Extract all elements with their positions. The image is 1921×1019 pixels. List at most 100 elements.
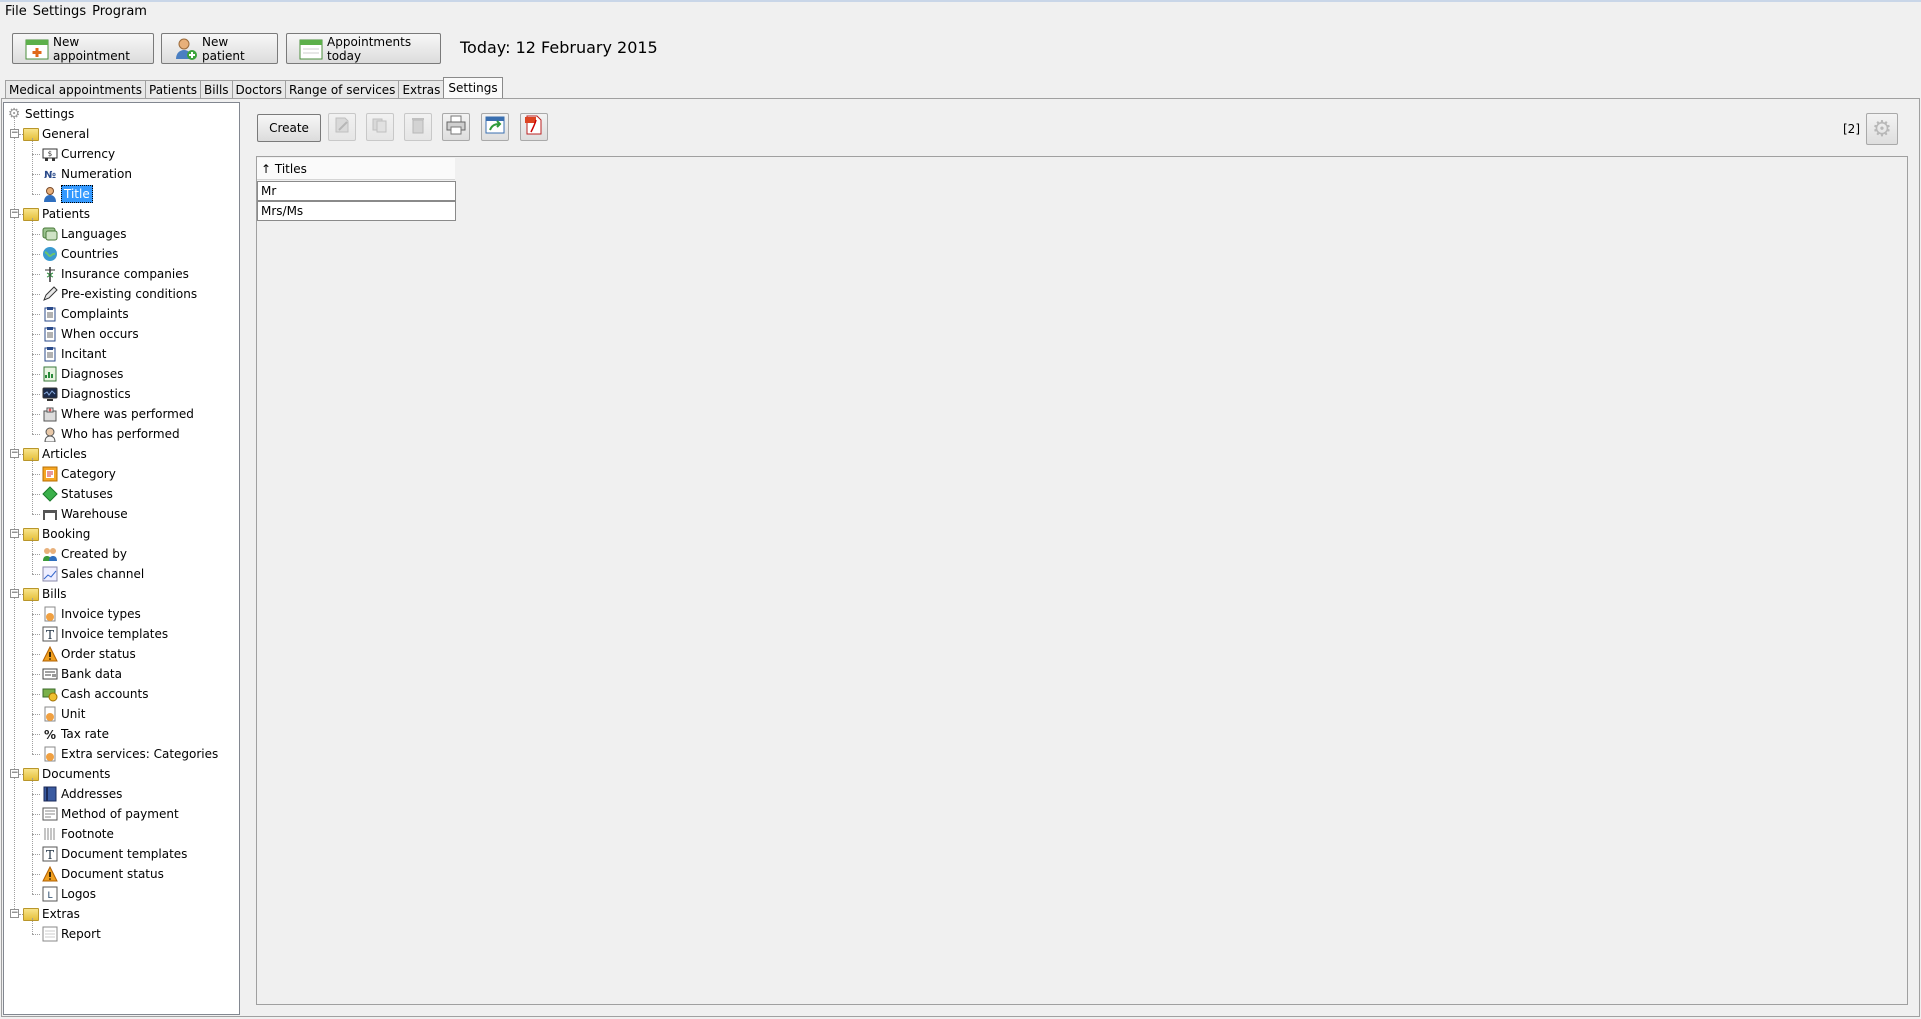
tree-item-label: Insurance companies <box>61 267 189 281</box>
tree-item-tax-rate[interactable]: % Tax rate <box>42 724 109 744</box>
tree-item-diagnostics[interactable]: Diagnostics <box>42 384 131 404</box>
tree-root-settings[interactable]: ⚙ Settings <box>6 104 75 124</box>
tree-connector <box>32 538 33 574</box>
table-row[interactable]: Mrs/Ms <box>257 201 456 221</box>
edit-button[interactable] <box>328 113 356 141</box>
expand-collapse-toggle[interactable]: − <box>10 589 19 598</box>
tree-item-warehouse[interactable]: Warehouse <box>42 504 128 524</box>
pdf-icon <box>523 114 545 140</box>
expand-collapse-toggle[interactable]: − <box>10 209 19 218</box>
column-header-titles[interactable]: ↑ Titles <box>257 158 455 180</box>
tree-item-extra-services-categories[interactable]: Extra services: Categories <box>42 744 218 764</box>
tree-item-languages[interactable]: Languages <box>42 224 126 244</box>
tree-item-footnote[interactable]: Footnote <box>42 824 114 844</box>
tree-item-pre-existing-conditions[interactable]: Pre-existing conditions <box>42 284 197 304</box>
tree-item-label: Logos <box>61 887 97 901</box>
tree-item-sales-channel[interactable]: Sales channel <box>42 564 144 584</box>
tree-connector <box>32 574 40 575</box>
tree-item-countries[interactable]: Countries <box>42 244 119 264</box>
tree-item-when-occurs[interactable]: When occurs <box>42 324 139 344</box>
menu-program[interactable]: Program <box>89 2 150 21</box>
tree-connector <box>32 374 40 375</box>
tree-item-where-was-performed[interactable]: Where was performed <box>42 404 194 424</box>
tree-item-complaints[interactable]: Complaints <box>42 304 129 324</box>
tree-connector <box>32 334 40 335</box>
tab-medical-appointments[interactable]: Medical appointments <box>5 80 146 98</box>
settings-button[interactable]: ⚙ <box>1866 113 1898 145</box>
tree-group-booking[interactable]: Booking <box>23 524 90 544</box>
template-icon: T <box>42 846 58 862</box>
create-button[interactable]: Create <box>257 114 321 142</box>
calendar-icon <box>299 37 323 61</box>
tree-item-incitant[interactable]: Incitant <box>42 344 106 364</box>
tree-item-who-has-performed[interactable]: Who has performed <box>42 424 180 444</box>
delete-button[interactable] <box>404 113 432 141</box>
menu-file[interactable]: File <box>0 2 30 21</box>
expand-collapse-toggle[interactable]: − <box>10 449 19 458</box>
tree-connector <box>32 234 40 235</box>
tree-item-label: Method of payment <box>61 807 179 821</box>
tree-item-statuses[interactable]: Statuses <box>42 484 113 504</box>
tree-item-insurance-companies[interactable]: Insurance companies <box>42 264 189 284</box>
tree-item-method-of-payment[interactable]: Method of payment <box>42 804 179 824</box>
expand-collapse-toggle[interactable]: − <box>10 129 19 138</box>
tree-group-documents[interactable]: Documents <box>23 764 110 784</box>
appointments-today-button[interactable]: Appointments today <box>286 33 441 64</box>
tree-item-diagnoses[interactable]: Diagnoses <box>42 364 123 384</box>
tab-range-of-services[interactable]: Range of services <box>284 80 400 98</box>
tab-bills[interactable]: Bills <box>200 80 233 98</box>
copy-button[interactable] <box>366 113 394 141</box>
svg-text:$: $ <box>48 150 52 158</box>
tree-item-document-templates[interactable]: T Document templates <box>42 844 187 864</box>
copy-icon <box>370 115 390 139</box>
tree-item-order-status[interactable]: Order status <box>42 644 136 664</box>
tree-item-title[interactable]: Title <box>42 184 93 204</box>
print-button[interactable] <box>442 113 470 141</box>
new-appointment-label: New appointment <box>53 34 130 63</box>
channel-icon <box>42 566 58 582</box>
tree-item-cash-accounts[interactable]: Cash accounts <box>42 684 148 704</box>
export-button[interactable] <box>481 113 509 141</box>
new-appointment-button[interactable]: New appointment <box>12 33 154 64</box>
tree-item-bank-data[interactable]: Bank data <box>42 664 122 684</box>
tree-item-currency[interactable]: $ Currency <box>42 144 115 164</box>
tab-extras[interactable]: Extras <box>398 80 445 98</box>
user-add-icon <box>174 37 198 61</box>
folder-icon <box>23 126 39 142</box>
tree-connector <box>32 394 40 395</box>
tree-group-bills[interactable]: Bills <box>23 584 67 604</box>
pdf-button[interactable] <box>520 113 548 141</box>
tree-item-addresses[interactable]: Addresses <box>42 784 122 804</box>
expand-collapse-toggle[interactable]: − <box>10 769 19 778</box>
settings-tree[interactable]: ⚙ Settings − General $ Currency № Numeration Tit… <box>3 102 240 1015</box>
tree-item-invoice-templates[interactable]: T Invoice templates <box>42 624 168 644</box>
tab-doctors[interactable]: Doctors <box>231 80 286 98</box>
tree-item-document-status[interactable]: Document status <box>42 864 164 884</box>
payment-icon <box>42 806 58 822</box>
folder-icon <box>23 586 39 602</box>
menu-settings[interactable]: Settings <box>30 2 89 21</box>
tree-group-patients[interactable]: Patients <box>23 204 90 224</box>
percent-icon: % <box>42 726 58 742</box>
tree-item-invoice-types[interactable]: Invoice types <box>42 604 141 624</box>
expand-collapse-toggle[interactable]: − <box>10 529 19 538</box>
tree-item-label: Complaints <box>61 307 129 321</box>
tree-connector <box>32 414 40 415</box>
tree-item-report[interactable]: Report <box>42 924 101 944</box>
tab-patients[interactable]: Patients <box>145 80 202 98</box>
tree-connector <box>32 474 40 475</box>
svg-text:T: T <box>46 628 54 642</box>
tree-item-label: Pre-existing conditions <box>61 287 198 301</box>
tab-settings[interactable]: Settings <box>443 77 503 98</box>
tree-item-category[interactable]: Category <box>42 464 116 484</box>
tree-item-logos[interactable]: L Logos <box>42 884 96 904</box>
tree-connector <box>32 458 33 514</box>
tree-connector <box>32 314 40 315</box>
new-patient-button[interactable]: New patient <box>161 33 278 64</box>
tree-item-unit[interactable]: Unit <box>42 704 85 724</box>
table-row[interactable]: Mr <box>257 181 456 201</box>
expand-collapse-toggle[interactable]: − <box>10 909 19 918</box>
tree-item-created-by[interactable]: Created by <box>42 544 127 564</box>
warning-icon <box>42 646 58 662</box>
tree-item-numeration[interactable]: № Numeration <box>42 164 132 184</box>
